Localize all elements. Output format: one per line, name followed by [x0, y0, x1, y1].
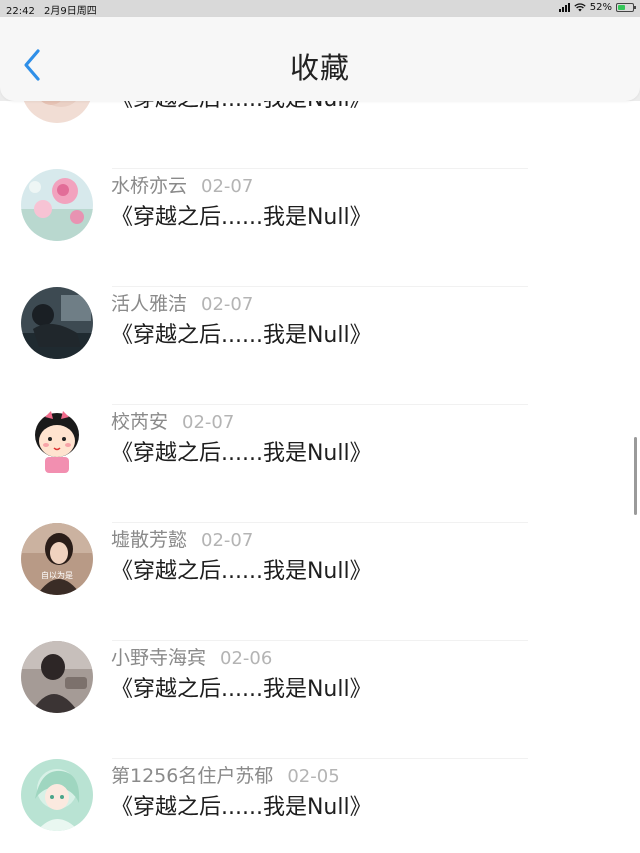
list-item[interactable]: 第1256名住户苏郁 02-05 《穿越之后......我是Null》	[0, 759, 640, 853]
post-date: 02-07	[182, 412, 235, 433]
user-line: 活人雅洁 02-07	[111, 289, 254, 315]
book-title[interactable]: 《穿越之后......我是Null》	[111, 553, 372, 585]
avatar-dark-photo-image	[21, 287, 93, 359]
avatar-pink-flowers-image	[21, 169, 93, 241]
favorites-list: 《穿越之后......我是Null》 水桥亦云02-07 《穿越之后......	[0, 101, 640, 853]
username[interactable]: 小野寺海宾	[111, 647, 206, 669]
post-date: 02-07	[201, 530, 254, 551]
avatar[interactable]: 自以为是	[21, 523, 93, 595]
avatar-anime-girl-image	[21, 759, 93, 831]
book-title[interactable]: 《穿越之后......我是Null》	[111, 199, 372, 231]
cellular-signal-icon	[558, 3, 570, 12]
avatar[interactable]	[21, 759, 93, 831]
post-date: 02-06	[220, 648, 273, 669]
username[interactable]: 第1256名住户苏郁	[111, 765, 273, 787]
avatar[interactable]	[21, 641, 93, 713]
list-item[interactable]: 《穿越之后......我是Null》	[0, 101, 640, 169]
book-title[interactable]: 《穿越之后......我是Null》	[111, 101, 372, 113]
scrollbar[interactable]	[634, 437, 637, 515]
battery-icon	[616, 3, 636, 12]
avatar-grey-photo-image	[21, 641, 93, 713]
post-date: 02-05	[287, 766, 340, 787]
username[interactable]: 校芮安	[111, 411, 168, 433]
nav-header: 收藏	[0, 17, 640, 101]
post-date: 02-07	[201, 176, 254, 197]
avatar[interactable]	[21, 405, 93, 477]
favorites-list-container[interactable]: 《穿越之后......我是Null》 水桥亦云02-07 《穿越之后......	[0, 101, 640, 853]
list-item[interactable]: 活人雅洁 02-07 《穿越之后......我是Null》	[0, 287, 640, 405]
list-item[interactable]: 自以为是 墟散芳懿 02-07 《穿越之后......我是Null》	[0, 523, 640, 641]
post-date: 02-07	[201, 294, 254, 315]
user-line: 第1256名住户苏郁 02-05	[111, 761, 340, 787]
status-left: 22:42 2月9日周四	[6, 2, 103, 17]
username[interactable]: 活人雅洁	[111, 293, 187, 315]
status-right: 52%	[558, 2, 636, 13]
list-item[interactable]: 水桥亦云 02-07 《穿越之后......我是Null》	[0, 169, 640, 287]
list-item[interactable]: 校芮安 02-07 《穿越之后......我是Null》	[0, 405, 640, 523]
status-date: 2月9日周四	[44, 6, 97, 17]
user-line: 墟散芳懿 02-07	[111, 525, 254, 551]
status-bar: 22:42 2月9日周四 52%	[0, 0, 640, 17]
status-time: 22:42	[6, 6, 35, 17]
avatar[interactable]	[21, 169, 93, 241]
user-line: 校芮安 02-07	[111, 407, 235, 433]
book-title[interactable]: 《穿越之后......我是Null》	[111, 671, 372, 703]
page-title: 收藏	[289, 51, 350, 85]
avatar[interactable]	[21, 101, 93, 123]
book-title[interactable]: 《穿越之后......我是Null》	[111, 317, 372, 349]
user-line: 小野寺海宾 02-06	[111, 643, 273, 669]
avatar-girl-photo-image: 自以为是	[21, 523, 93, 595]
avatar-caption: 自以为是	[41, 570, 73, 580]
username[interactable]: 水桥亦云	[111, 175, 187, 197]
avatar-cartoon-girl-image	[21, 405, 93, 477]
username[interactable]: 墟散芳懿	[111, 529, 187, 551]
list-item[interactable]: 小野寺海宾 02-06 《穿越之后......我是Null》	[0, 641, 640, 759]
book-title[interactable]: 《穿越之后......我是Null》	[111, 789, 372, 821]
wifi-icon	[574, 3, 586, 12]
user-line: 水桥亦云 02-07	[111, 171, 254, 197]
avatar-peach-flower-image	[21, 101, 93, 123]
avatar[interactable]	[21, 287, 93, 359]
book-title[interactable]: 《穿越之后......我是Null》	[111, 435, 372, 467]
battery-percent: 52%	[589, 2, 612, 13]
